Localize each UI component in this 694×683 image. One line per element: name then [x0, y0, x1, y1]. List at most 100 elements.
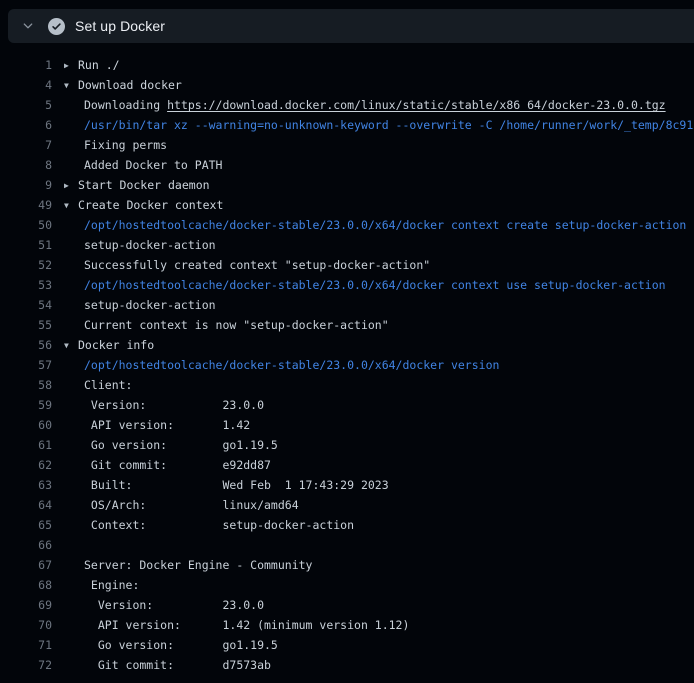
command-text: /usr/bin/tar xz --warning=no-unknown-key…	[84, 118, 693, 132]
log-group-line[interactable]: 4 ▼Download docker	[0, 75, 694, 95]
line-content: Successfully created context "setup-dock…	[64, 255, 430, 275]
log-text: Git commit: e92dd87	[84, 458, 271, 472]
log-group-line[interactable]: 56 ▼Docker info	[0, 335, 694, 355]
line-number[interactable]: 68	[0, 575, 52, 595]
line-number[interactable]: 9	[0, 175, 52, 195]
line-number[interactable]: 53	[0, 275, 52, 295]
line-number[interactable]: 6	[0, 115, 52, 135]
log-group-line[interactable]: 1 ▶Run ./	[0, 55, 694, 75]
line-number[interactable]: 69	[0, 595, 52, 615]
line-content: ▶Run ./	[64, 55, 120, 75]
command-text: /opt/hostedtoolcache/docker-stable/23.0.…	[84, 278, 666, 292]
log-line: 65 Context: setup-docker-action	[0, 515, 694, 535]
step-status-check-circle-icon	[48, 18, 65, 35]
line-content: Client:	[64, 375, 132, 395]
line-number[interactable]: 59	[0, 395, 52, 415]
log-lines: 1▶Run ./4▼Download docker5Downloading ht…	[0, 55, 694, 675]
step-title: Set up Docker	[75, 18, 165, 34]
chevron-expanded-icon[interactable]: ▼	[64, 196, 78, 216]
log-line: 51 setup-docker-action	[0, 235, 694, 255]
line-content: Version: 23.0.0	[64, 395, 264, 415]
log-group-line[interactable]: 9 ▶Start Docker daemon	[0, 175, 694, 195]
log-text: Engine:	[84, 578, 139, 592]
line-content: ▶Start Docker daemon	[64, 175, 210, 195]
line-content: setup-docker-action	[64, 235, 216, 255]
line-number[interactable]: 4	[0, 75, 52, 95]
line-number[interactable]: 62	[0, 455, 52, 475]
log-line: 8Added Docker to PATH	[0, 155, 694, 175]
group-title: Create Docker context	[78, 198, 223, 212]
log-text: Downloading	[84, 98, 167, 112]
line-number[interactable]: 61	[0, 435, 52, 455]
line-number[interactable]: 7	[0, 135, 52, 155]
line-number[interactable]: 72	[0, 655, 52, 675]
log-text: Successfully created context "setup-dock…	[84, 258, 430, 272]
line-content: Version: 23.0.0	[64, 595, 264, 615]
line-number[interactable]: 66	[0, 535, 52, 555]
line-content	[64, 535, 84, 555]
collapse-step-button[interactable]	[17, 15, 39, 37]
log-text: Version: 23.0.0	[84, 598, 264, 612]
line-number[interactable]: 63	[0, 475, 52, 495]
log-line: 7 Fixing perms	[0, 135, 694, 155]
line-content: /opt/hostedtoolcache/docker-stable/23.0.…	[64, 355, 499, 375]
line-number[interactable]: 51	[0, 235, 52, 255]
log-text: setup-docker-action	[84, 238, 216, 252]
line-number[interactable]: 70	[0, 615, 52, 635]
line-content: ▼Download docker	[64, 75, 182, 95]
line-content: Go version: go1.19.5	[64, 635, 278, 655]
log-line: 67Server: Docker Engine - Community	[0, 555, 694, 575]
log-line: 52 Successfully created context "setup-do…	[0, 255, 694, 275]
line-number[interactable]: 55	[0, 315, 52, 335]
line-number[interactable]: 60	[0, 415, 52, 435]
command-text: /opt/hostedtoolcache/docker-stable/23.0.…	[84, 358, 499, 372]
log-text: Go version: go1.19.5	[84, 438, 278, 452]
log-line: 58 Client:	[0, 375, 694, 395]
line-content: Context: setup-docker-action	[64, 515, 354, 535]
log-link[interactable]: https://download.docker.com/linux/static…	[167, 98, 666, 112]
log-text: Client:	[84, 378, 132, 392]
log-text: Built: Wed Feb 1 17:43:29 2023	[84, 478, 389, 492]
line-number[interactable]: 50	[0, 215, 52, 235]
line-content: ▼Create Docker context	[64, 195, 223, 215]
log-line: 72 Git commit: d7573ab	[0, 655, 694, 675]
log-text: Version: 23.0.0	[84, 398, 264, 412]
line-number[interactable]: 56	[0, 335, 52, 355]
line-number[interactable]: 58	[0, 375, 52, 395]
log-line: 60 API version: 1.42	[0, 415, 694, 435]
line-number[interactable]: 64	[0, 495, 52, 515]
line-content: Engine:	[64, 575, 139, 595]
group-title: Start Docker daemon	[78, 178, 210, 192]
chevron-collapsed-icon[interactable]: ▶	[64, 176, 78, 196]
line-content: ▼Docker info	[64, 335, 154, 355]
line-content: Current context is now "setup-docker-act…	[64, 315, 389, 335]
line-number[interactable]: 65	[0, 515, 52, 535]
log-text: API version: 1.42 (minimum version 1.12)	[84, 618, 409, 632]
line-number[interactable]: 49	[0, 195, 52, 215]
line-content: /opt/hostedtoolcache/docker-stable/23.0.…	[64, 275, 666, 295]
line-number[interactable]: 57	[0, 355, 52, 375]
log-group-line[interactable]: 49 ▼Create Docker context	[0, 195, 694, 215]
log-pane: 1▶Run ./4▼Download docker5Downloading ht…	[0, 43, 694, 683]
log-line: 63 Built: Wed Feb 1 17:43:29 2023	[0, 475, 694, 495]
log-text: Context: setup-docker-action	[84, 518, 354, 532]
step-header[interactable]: Set up Docker	[8, 9, 694, 43]
group-title: Download docker	[78, 78, 182, 92]
chevron-collapsed-icon[interactable]: ▶	[64, 56, 78, 76]
line-content: /opt/hostedtoolcache/docker-stable/23.0.…	[64, 215, 686, 235]
line-number[interactable]: 67	[0, 555, 52, 575]
chevron-expanded-icon[interactable]: ▼	[64, 76, 78, 96]
actions-log-viewer: Set up Docker 1▶Run ./4▼Download docker5…	[0, 0, 694, 683]
line-number[interactable]: 71	[0, 635, 52, 655]
line-content: Downloading https://download.docker.com/…	[64, 95, 666, 115]
line-content: Fixing perms	[64, 135, 167, 155]
log-line: 55 Current context is now "setup-docker-a…	[0, 315, 694, 335]
line-number[interactable]: 8	[0, 155, 52, 175]
chevron-expanded-icon[interactable]: ▼	[64, 336, 78, 356]
line-number[interactable]: 54	[0, 295, 52, 315]
line-number[interactable]: 5	[0, 95, 52, 115]
line-number[interactable]: 52	[0, 255, 52, 275]
group-title: Docker info	[78, 338, 154, 352]
line-number[interactable]: 1	[0, 55, 52, 75]
line-content: API version: 1.42	[64, 415, 250, 435]
